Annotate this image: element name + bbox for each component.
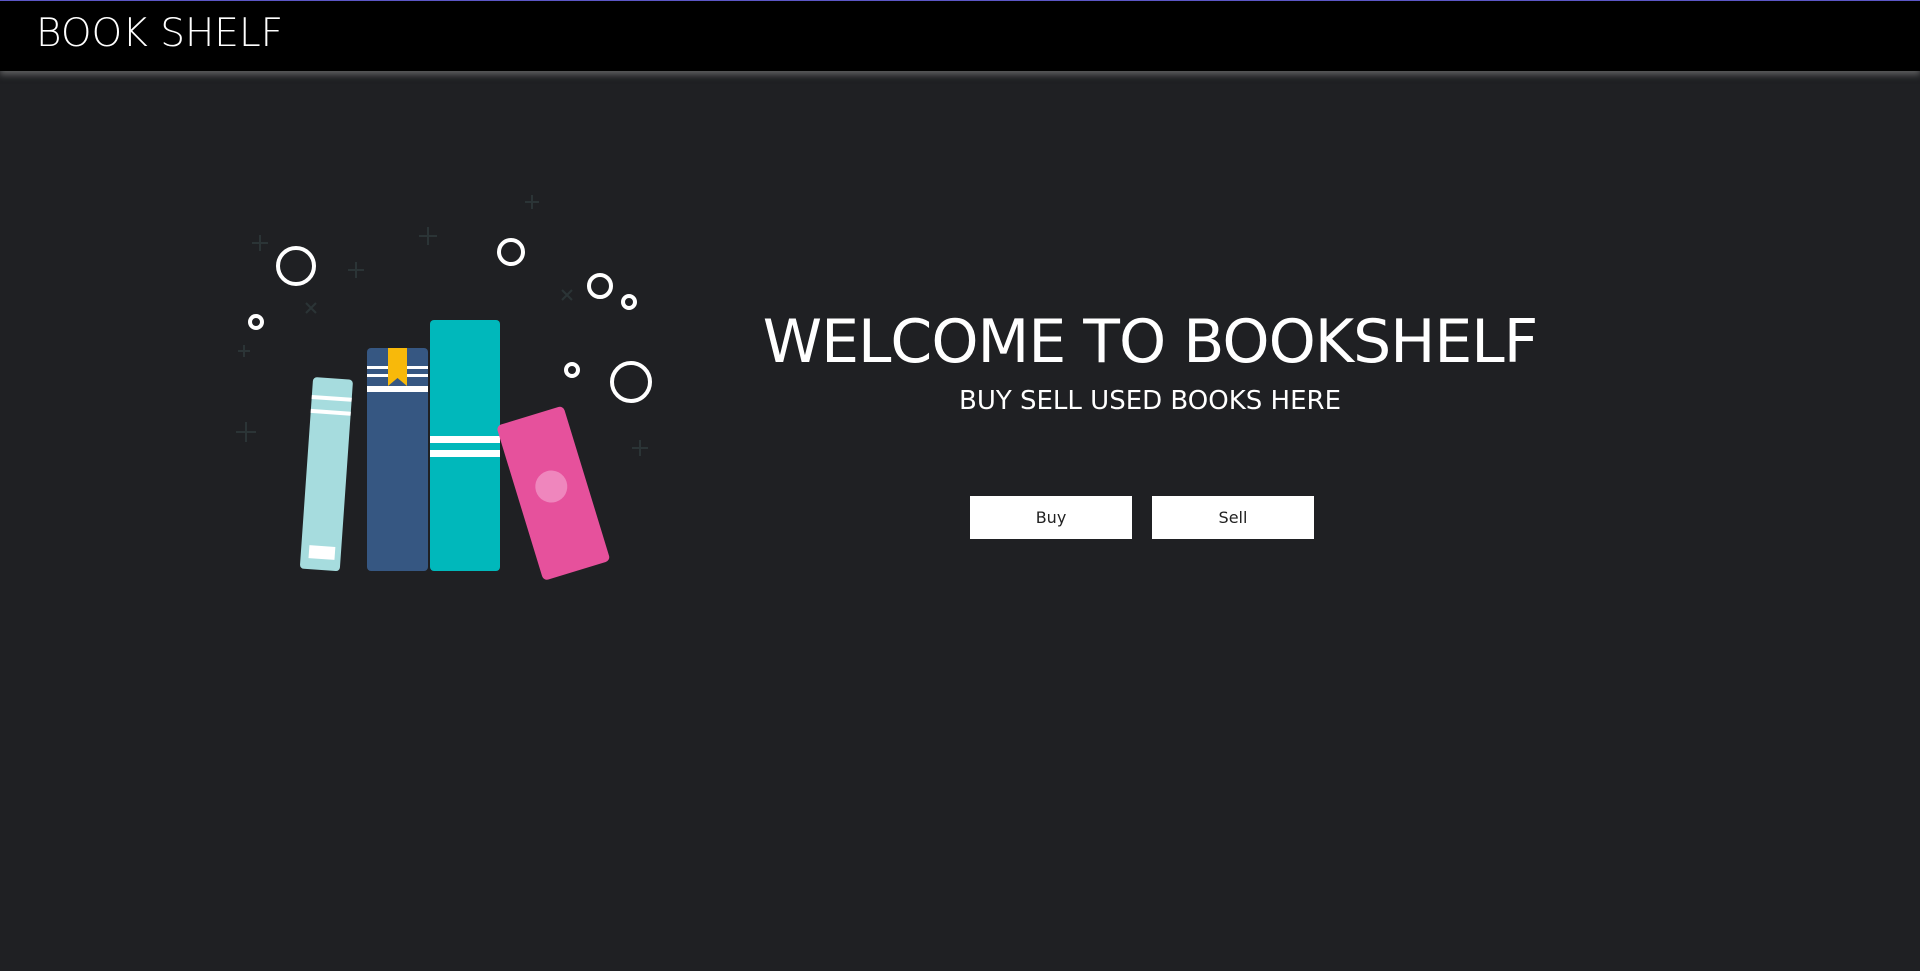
book-pink bbox=[497, 406, 610, 580]
brand-logo-link[interactable]: BOOK SHELF bbox=[36, 11, 283, 56]
book-teal bbox=[430, 320, 500, 571]
book-light-teal bbox=[300, 377, 353, 572]
sell-button[interactable]: Sell bbox=[1152, 496, 1314, 539]
books-illustration bbox=[230, 190, 670, 590]
buy-button[interactable]: Buy bbox=[970, 496, 1132, 539]
action-buttons: Buy Sell bbox=[970, 496, 1314, 539]
book-navy bbox=[367, 348, 428, 571]
page-subtitle: BUY SELL USED BOOKS HERE bbox=[958, 386, 1342, 416]
page-title: WELCOME TO BOOKSHELF bbox=[762, 307, 1538, 377]
hero-section: WELCOME TO BOOKSHELF BUY SELL USED BOOKS… bbox=[720, 300, 1580, 418]
navbar: BOOK SHELF bbox=[0, 1, 1920, 71]
